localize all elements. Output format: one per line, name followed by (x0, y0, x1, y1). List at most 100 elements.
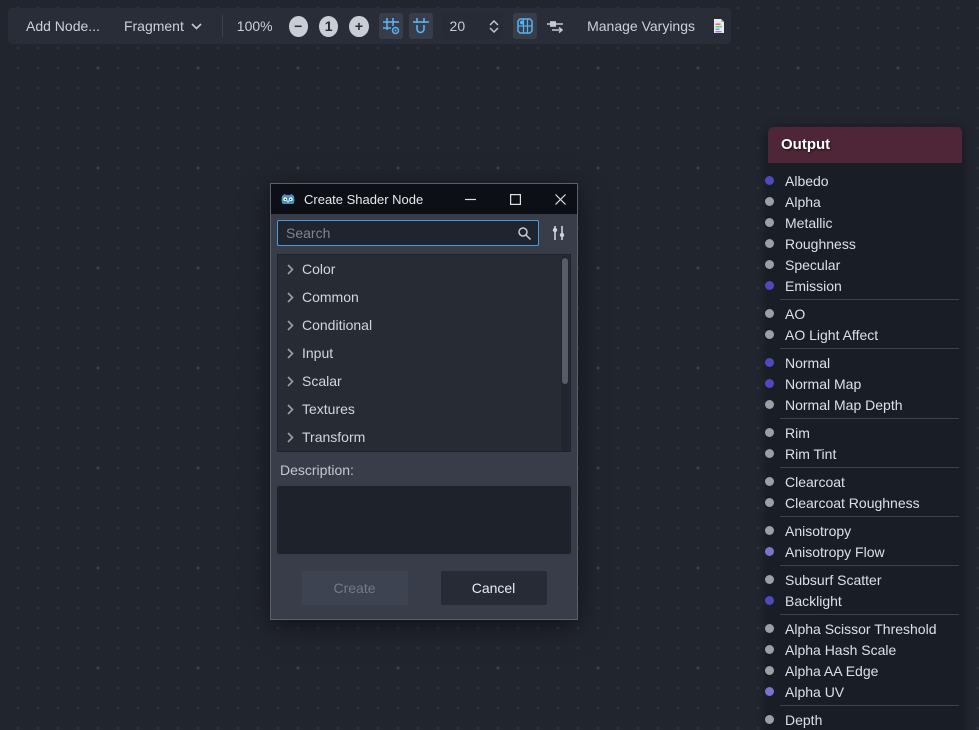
port-connector-dot[interactable] (765, 687, 774, 696)
port-label: Anisotropy (785, 523, 851, 539)
grid-settings-toggle[interactable] (379, 13, 403, 39)
port-connector-dot[interactable] (765, 176, 774, 185)
port-connector-dot[interactable] (765, 358, 774, 367)
snap-distance-spinbox[interactable]: 20 (441, 13, 504, 39)
tree-item[interactable]: Color (278, 255, 570, 283)
shader-code-button[interactable] (707, 13, 731, 39)
tree-scrollbar-thumb[interactable] (562, 258, 568, 384)
output-port-row: Anisotropy (768, 520, 962, 541)
output-node[interactable]: Output Albedo Alpha Metallic Roughness (768, 127, 962, 730)
output-port-row: Alpha Scissor Threshold (768, 618, 962, 639)
port-connector-dot[interactable] (765, 330, 774, 339)
spin-stepper-icon[interactable] (485, 20, 503, 33)
manage-varyings-button[interactable]: Manage Varyings (579, 14, 703, 38)
port-connector-dot[interactable] (765, 477, 774, 486)
tune-sliders-icon (551, 225, 566, 241)
zoom-reset-icon[interactable]: 1 (319, 16, 338, 37)
zoom-in-icon[interactable]: + (349, 16, 368, 37)
output-node-header[interactable]: Output (768, 127, 962, 163)
port-connector-dot[interactable] (765, 645, 774, 654)
chevron-right-icon[interactable] (287, 348, 294, 359)
filter-options-button[interactable] (545, 220, 571, 246)
port-connector-dot[interactable] (765, 260, 774, 269)
port-label: Subsurf Scatter (785, 572, 882, 588)
minimap-toggle[interactable] (513, 13, 537, 39)
cancel-button[interactable]: Cancel (441, 571, 547, 605)
snap-distance-value: 20 (441, 18, 486, 34)
port-label: Backlight (785, 593, 842, 609)
chevron-right-icon[interactable] (287, 320, 294, 331)
tree-item[interactable]: Textures (278, 395, 570, 423)
port-connector-dot[interactable] (765, 197, 774, 206)
port-connector-dot[interactable] (765, 449, 774, 458)
toolbar-separator (222, 15, 223, 37)
tree-item-label: Color (302, 261, 335, 277)
port-connector-dot[interactable] (765, 218, 774, 227)
port-connector-dot[interactable] (765, 400, 774, 409)
godot-logo-icon (280, 191, 296, 207)
description-textarea[interactable] (277, 486, 571, 554)
arrange-nodes-button[interactable] (543, 13, 567, 39)
output-port-row: Metallic (768, 212, 962, 233)
port-label: Normal Map (785, 376, 861, 392)
chevron-right-icon[interactable] (287, 376, 294, 387)
chevron-right-icon[interactable] (287, 404, 294, 415)
tree-item[interactable]: Transform (278, 423, 570, 451)
port-connector-dot[interactable] (765, 666, 774, 675)
tree-item[interactable]: Scalar (278, 367, 570, 395)
output-port-row: Clearcoat (768, 471, 962, 492)
shader-stage-dropdown[interactable]: Fragment (116, 14, 210, 38)
output-port-row: Normal Map (768, 373, 962, 394)
shader-code-icon (711, 18, 727, 34)
description-label: Description: (280, 462, 571, 478)
port-label: Albedo (785, 173, 829, 189)
snap-grid-toggle[interactable] (409, 13, 433, 39)
port-label: Normal (785, 355, 830, 371)
tree-item-label: Input (302, 345, 333, 361)
snap-grid-icon (412, 17, 430, 35)
port-connector-dot[interactable] (765, 281, 774, 290)
tree-item[interactable]: Conditional (278, 311, 570, 339)
grid-settings-icon (382, 17, 400, 35)
shader-graph-editor: { "colors": { "canvas_bg": "#21252e", "t… (0, 0, 979, 730)
port-connector-dot[interactable] (765, 596, 774, 605)
create-button[interactable]: Create (302, 571, 408, 605)
shader-stage-value: Fragment (124, 18, 184, 34)
port-label: AO (785, 306, 805, 322)
tree-item-label: Common (302, 289, 359, 305)
port-label: Normal Map Depth (785, 397, 903, 413)
zoom-in-glyph: + (355, 19, 363, 33)
port-connector-dot[interactable] (765, 498, 774, 507)
port-connector-dot[interactable] (765, 428, 774, 437)
port-label: Alpha UV (785, 684, 844, 700)
port-connector-dot[interactable] (765, 239, 774, 248)
port-connector-dot[interactable] (765, 575, 774, 584)
port-label: Alpha Scissor Threshold (785, 621, 936, 637)
search-input[interactable] (286, 225, 517, 241)
close-icon[interactable] (545, 184, 575, 214)
output-port-row: Roughness (768, 233, 962, 254)
zoom-out-icon[interactable]: − (289, 16, 308, 37)
chevron-right-icon[interactable] (287, 292, 294, 303)
port-connector-dot[interactable] (765, 547, 774, 556)
output-port-row: Specular (768, 254, 962, 275)
minimize-button[interactable] (455, 184, 485, 214)
chevron-right-icon[interactable] (287, 264, 294, 275)
port-connector-dot[interactable] (765, 526, 774, 535)
search-field (277, 220, 539, 246)
output-port-row: Backlight (768, 590, 962, 611)
tree-items: Color Common Conditional (278, 255, 570, 451)
port-connector-dot[interactable] (765, 309, 774, 318)
dialog-titlebar[interactable]: Create Shader Node (271, 184, 577, 214)
tree-item[interactable]: Input (278, 339, 570, 367)
add-node-button[interactable]: Add Node... (18, 14, 108, 38)
port-label: Emission (785, 278, 842, 294)
port-label: Specular (785, 257, 840, 273)
port-connector-dot[interactable] (765, 624, 774, 633)
port-connector-dot[interactable] (765, 715, 774, 724)
maximize-button[interactable] (500, 184, 530, 214)
port-connector-dot[interactable] (765, 379, 774, 388)
tree-item[interactable]: Common (278, 283, 570, 311)
tree-scrollbar[interactable] (561, 256, 569, 452)
chevron-right-icon[interactable] (287, 432, 294, 443)
